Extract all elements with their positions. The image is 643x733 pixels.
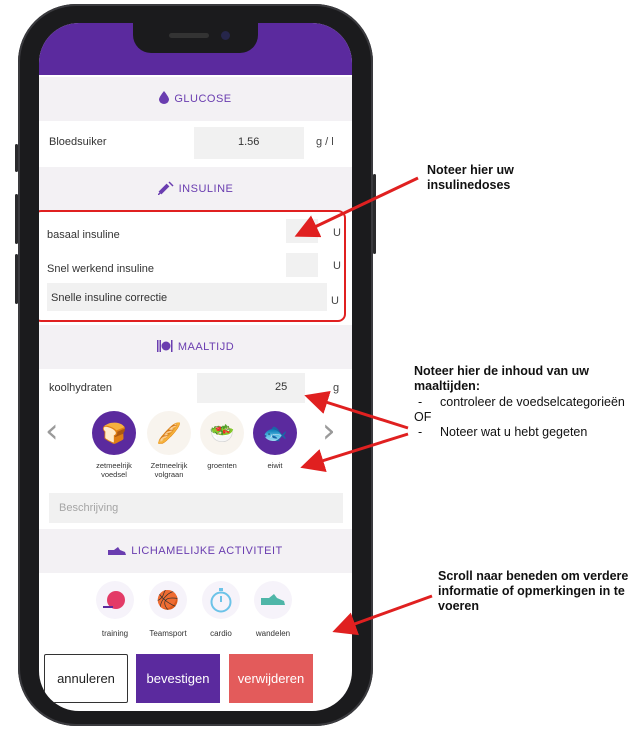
arrow-categories xyxy=(300,432,409,473)
arrow-carbs xyxy=(304,390,409,430)
bullet-dash-1: - xyxy=(418,395,423,409)
meal-annotation-item2-text: Noteer wat u hebt gegeten xyxy=(440,425,588,439)
arrow-insulin xyxy=(294,176,419,238)
bullet-dash-2: - xyxy=(418,425,423,439)
meal-annotation-item1: - controleer de voedselcategorieën xyxy=(414,395,636,410)
meal-annotation-item1-text: controleer de voedselcategorieën xyxy=(440,395,625,409)
scroll-annotation-text: Scroll naar beneden om verdere informati… xyxy=(438,569,629,613)
insulin-annotation-text: Noteer hier uw insulinedoses xyxy=(427,163,514,192)
scroll-annotation: Scroll naar beneden om verdere informati… xyxy=(438,569,633,614)
arrow-scroll xyxy=(332,594,433,636)
insulin-annotation: Noteer hier uw insulinedoses xyxy=(427,163,567,193)
meal-annotation: Noteer hier de inhoud van uw maaltijden:… xyxy=(414,364,636,440)
meal-annotation-item2: - Noteer wat u hebt gegeten xyxy=(414,425,636,440)
meal-annotation-title: Noteer hier de inhoud van uw maaltijden: xyxy=(414,364,590,393)
meal-annotation-or: OF xyxy=(414,410,432,424)
